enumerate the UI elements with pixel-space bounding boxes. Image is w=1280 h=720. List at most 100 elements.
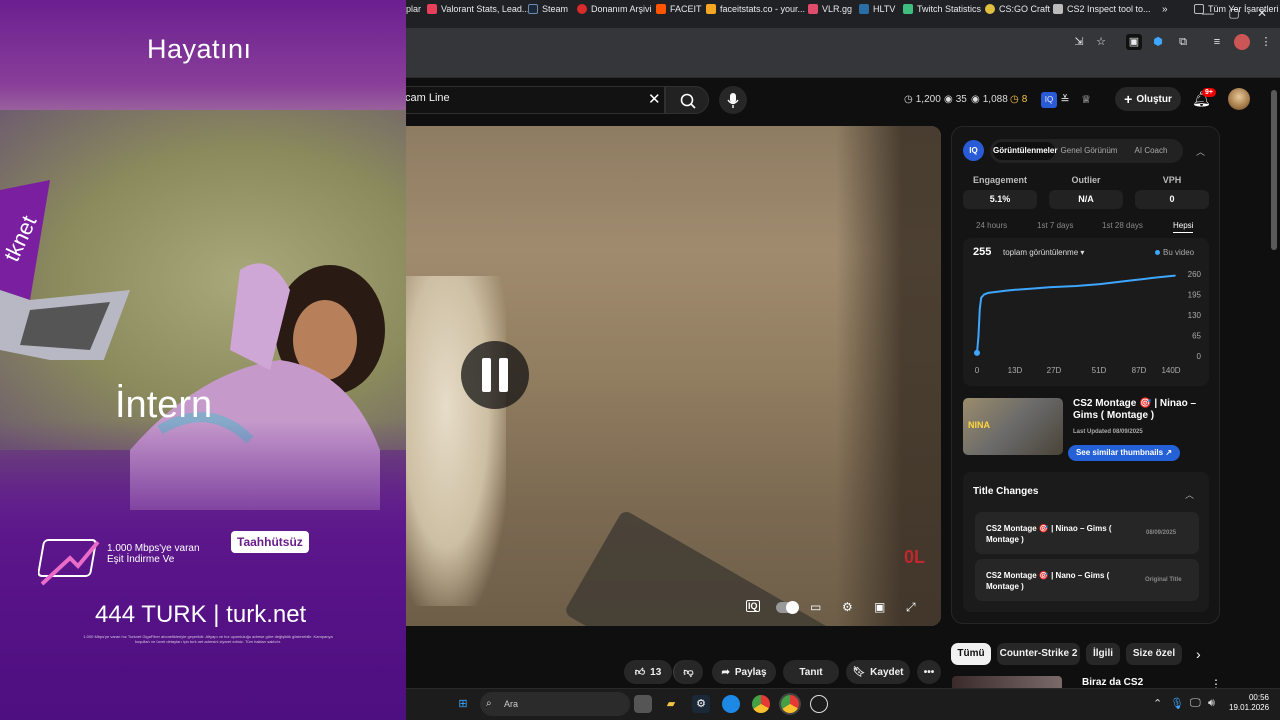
chip-related[interactable]: İlgili bbox=[1086, 643, 1120, 665]
chevron-right-icon[interactable]: › bbox=[1196, 646, 1201, 662]
chip-for-you[interactable]: Size özel bbox=[1126, 643, 1182, 665]
file-explorer-icon[interactable]: ▰ bbox=[662, 695, 680, 713]
ad-speed-text: 1.000 Mbps'ye varan Eşit İndirme Ve bbox=[107, 543, 200, 565]
coin-icon: ◷ bbox=[1010, 94, 1019, 105]
tray-mic-icon[interactable]: 🎙︎ bbox=[1170, 697, 1184, 710]
thumbs-down-icon: 👎︎ bbox=[683, 667, 694, 678]
tab-ai-coach[interactable]: AI Coach bbox=[1122, 142, 1180, 160]
bookmark-item[interactable]: FACEIT bbox=[656, 4, 702, 14]
bookmark-item[interactable]: faceitstats.co - your... bbox=[706, 4, 805, 14]
all-bookmarks-button[interactable]: Tüm Yer İşaretleri bbox=[1194, 4, 1279, 14]
bookmark-item[interactable]: Twitch Statistics bbox=[903, 4, 981, 14]
taskbar-search[interactable] bbox=[480, 692, 630, 716]
subtitles-icon[interactable]: ▭ bbox=[810, 600, 821, 614]
bookmark-item[interactable]: Valorant Stats, Lead... bbox=[427, 4, 529, 14]
voice-search-button[interactable] bbox=[719, 86, 747, 114]
dislike-button[interactable]: 👎︎ bbox=[673, 660, 703, 684]
bookmark-item[interactable]: CS2 Inspect tool to... bbox=[1053, 4, 1151, 14]
vidiq-logo: IQ bbox=[963, 140, 984, 161]
bookmark-item[interactable]: HLTV bbox=[859, 4, 895, 14]
recommended-title[interactable]: Biraz da CS2 bbox=[1082, 677, 1143, 688]
collapse-title-changes-icon[interactable]: ︿ bbox=[1185, 488, 1194, 501]
ad-speed-arrow-icon bbox=[38, 539, 100, 586]
create-button[interactable]: + Oluştur bbox=[1115, 87, 1181, 111]
search-button[interactable] bbox=[665, 86, 709, 114]
range-all[interactable]: Hepsi bbox=[1173, 221, 1194, 233]
chrome-active-icon[interactable] bbox=[781, 695, 799, 713]
metric-label: Outlier bbox=[1071, 175, 1101, 185]
reading-list-icon[interactable]: ≡ bbox=[1209, 34, 1225, 50]
vidiq-icon[interactable]: IQ bbox=[1041, 92, 1057, 108]
bookmark-item[interactable]: plar bbox=[406, 4, 421, 14]
turknet-ad-overlay[interactable]: tknet Hayatını İntern 1.000 Mbps'ye vara… bbox=[0, 0, 406, 720]
range-28d[interactable]: 1st 28 days bbox=[1102, 221, 1143, 230]
metric-value: N/A bbox=[1049, 190, 1123, 209]
clock-icon: ◷ bbox=[904, 94, 913, 105]
avatar[interactable] bbox=[1228, 88, 1250, 110]
chart-metric-dropdown[interactable]: toplam görüntülenme ▾ bbox=[1003, 248, 1084, 257]
tray-overflow-icon[interactable]: ⌃ bbox=[1153, 697, 1162, 710]
edge-icon[interactable] bbox=[722, 695, 740, 713]
task-view-icon[interactable] bbox=[634, 695, 652, 713]
series-point bbox=[1131, 279, 1134, 282]
bookmark-item[interactable]: Donanım Arşivi bbox=[577, 4, 652, 14]
tab-overview[interactable]: Genel Görünüm bbox=[1058, 142, 1120, 160]
extensions-puzzle-icon[interactable]: ⧉ bbox=[1175, 34, 1191, 50]
range-7d[interactable]: 1st 7 days bbox=[1037, 221, 1073, 230]
y-tick-label: 260 bbox=[1188, 270, 1202, 279]
chip-counter-strike[interactable]: Counter-Strike 2 bbox=[997, 643, 1080, 665]
video-frame-weapon bbox=[563, 509, 849, 626]
windows-start-icon[interactable]: ⊞ bbox=[454, 695, 472, 713]
bookmark-item[interactable]: Steam bbox=[528, 4, 568, 14]
collapse-panel-icon[interactable]: ︿ bbox=[1196, 145, 1205, 158]
ad-no-commitment-badge: Taahhütsüz bbox=[231, 531, 309, 553]
iq-icon[interactable]: IQ bbox=[746, 600, 760, 612]
bookmarks-overflow-button[interactable]: » bbox=[1162, 4, 1168, 15]
legend-dot bbox=[1155, 250, 1160, 255]
taskbar-clock[interactable]: 00:56 19.01.2026 bbox=[1229, 693, 1269, 713]
pause-button[interactable] bbox=[461, 341, 529, 409]
save-button[interactable]: 🔖︎ Kaydet bbox=[846, 660, 910, 684]
y-tick-label: 130 bbox=[1188, 311, 1202, 320]
chrome-icon[interactable] bbox=[752, 695, 770, 713]
extension-shield-icon[interactable]: ⬢ bbox=[1150, 34, 1166, 50]
series-point bbox=[977, 336, 980, 338]
bookmark-item[interactable]: CS:GO Craft bbox=[985, 4, 1050, 14]
bookmark-star-icon[interactable]: ☆ bbox=[1093, 34, 1109, 50]
install-app-icon[interactable]: ⇲ bbox=[1071, 34, 1087, 50]
steam-taskbar-icon[interactable]: ⚙ bbox=[692, 695, 710, 713]
chip-all[interactable]: Tümü bbox=[951, 643, 991, 665]
theater-icon[interactable]: ▣ bbox=[874, 600, 885, 614]
like-button[interactable]: 👍︎ 13 bbox=[624, 660, 672, 684]
filter-icon[interactable]: ≚ bbox=[1057, 92, 1073, 108]
range-24h[interactable]: 24 hours bbox=[976, 221, 1007, 230]
clear-search-icon[interactable]: ✕ bbox=[648, 90, 661, 108]
volume-icon[interactable]: 🔊︎ bbox=[1208, 697, 1215, 710]
series-point bbox=[983, 293, 985, 296]
series-point bbox=[987, 292, 990, 294]
series-point bbox=[994, 291, 997, 293]
profile-icon[interactable] bbox=[1234, 34, 1250, 50]
page-scrollbar[interactable] bbox=[1271, 90, 1277, 250]
autoplay-toggle[interactable] bbox=[776, 601, 799, 614]
app-icon[interactable] bbox=[810, 695, 828, 713]
tab-views[interactable]: Görüntülenmeler bbox=[993, 142, 1057, 160]
more-actions-button[interactable]: ••• bbox=[917, 660, 941, 684]
share-button[interactable]: ➦ Paylaş bbox=[712, 660, 776, 684]
settings-icon[interactable]: ⚙ bbox=[842, 600, 853, 614]
views-line-chart: 260 195 130 65 0 0 13D 27D 51D 87D 140D bbox=[974, 270, 1202, 375]
x-tick-label: 27D bbox=[1047, 366, 1062, 375]
extension-icon[interactable]: ▣ bbox=[1126, 34, 1142, 50]
trophy-icon[interactable]: ♕ bbox=[1078, 92, 1094, 108]
valorant-icon bbox=[427, 4, 437, 14]
network-icon[interactable]: 🖵︎ bbox=[1190, 697, 1201, 710]
fullscreen-icon[interactable]: ⤢ bbox=[906, 600, 916, 615]
menu-dots-icon[interactable]: ⋮ bbox=[1258, 34, 1274, 50]
video-frame-arch bbox=[406, 276, 506, 606]
chart-total: 255 bbox=[973, 246, 992, 258]
x-tick-label: 51D bbox=[1092, 366, 1107, 375]
similar-thumbnails-button[interactable]: See similar thumbnails ↗ bbox=[1068, 445, 1180, 461]
promote-button[interactable]: Tanıt bbox=[783, 660, 839, 684]
search-input-value[interactable]: cam Line bbox=[405, 92, 450, 104]
bookmark-item[interactable]: VLR.gg bbox=[808, 4, 852, 14]
